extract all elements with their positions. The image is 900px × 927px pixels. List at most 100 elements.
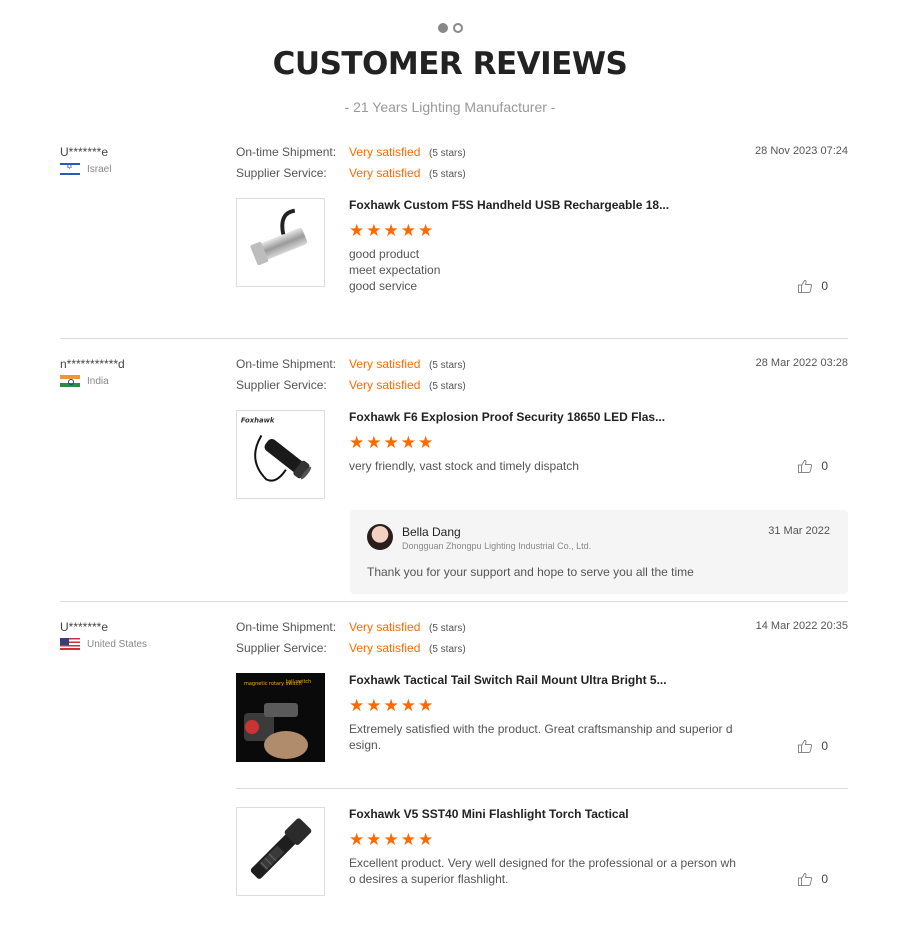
product-image[interactable] bbox=[236, 807, 325, 896]
supplier-stars: (5 stars) bbox=[429, 169, 466, 180]
reviewer-name: n***********d bbox=[60, 357, 125, 371]
on-time-label: On-time Shipment: bbox=[236, 357, 337, 371]
country-label: India bbox=[87, 375, 109, 387]
avatar bbox=[367, 524, 393, 550]
supplier-label: Supplier Service: bbox=[236, 641, 327, 655]
product-title[interactable]: Foxhawk Tactical Tail Switch Rail Mount … bbox=[349, 673, 667, 687]
star-icon: ★ bbox=[349, 221, 365, 240]
flashlight-image bbox=[237, 199, 324, 286]
comment-text: Excellent product. Very well designed fo… bbox=[349, 856, 736, 886]
tactical-flashlight-image: magnetic rotary switch tail switch bbox=[236, 673, 325, 762]
product-title[interactable]: Foxhawk F6 Explosion Proof Security 1865… bbox=[349, 410, 665, 424]
review-card: U*******e Israel On-time Shipment: Very … bbox=[60, 145, 848, 325]
review-card: U*******e United States On-time Shipment… bbox=[60, 620, 848, 910]
review-comment: Extremely satisfied with the product. Gr… bbox=[349, 721, 749, 753]
thumbs-up-icon bbox=[798, 739, 813, 753]
review-comment: very friendly, vast stock and timely dis… bbox=[349, 458, 749, 474]
supplier-reply: Bella Dang Dongguan Zhongpu Lighting Ind… bbox=[350, 510, 848, 594]
product-image[interactable]: magnetic rotary switch tail switch bbox=[236, 673, 325, 762]
on-time-value: Very satisfied bbox=[349, 145, 421, 159]
star-rating: ★ ★ ★ ★ ★ bbox=[349, 831, 433, 848]
star-icon: ★ bbox=[349, 696, 365, 715]
review-item: Foxhawk Foxhawk F6 Explosion Proof Secur… bbox=[236, 410, 848, 500]
review-date: 14 Mar 2022 20:35 bbox=[755, 620, 848, 632]
review-item: Foxhawk Custom F5S Handheld USB Recharge… bbox=[236, 198, 848, 293]
on-time-rating: On-time Shipment: Very satisfied (5 star… bbox=[236, 357, 466, 371]
star-icon: ★ bbox=[418, 830, 434, 849]
star-icon: ★ bbox=[383, 696, 399, 715]
reviewer-name: U*******e bbox=[60, 145, 109, 159]
like-button[interactable]: 0 bbox=[797, 278, 828, 294]
star-icon: ★ bbox=[418, 221, 434, 240]
product-image[interactable]: Foxhawk bbox=[236, 410, 325, 499]
on-time-value: Very satisfied bbox=[349, 357, 421, 371]
review-date: 28 Mar 2022 03:28 bbox=[755, 357, 848, 369]
product-title[interactable]: Foxhawk V5 SST40 Mini Flashlight Torch T… bbox=[349, 807, 629, 821]
page-subtitle: - 21 Years Lighting Manufacturer - bbox=[344, 99, 556, 115]
united-states-flag-icon bbox=[60, 638, 80, 650]
review-comment: Excellent product. Very well designed fo… bbox=[349, 855, 749, 887]
on-time-value: Very satisfied bbox=[349, 620, 421, 634]
star-icon: ★ bbox=[418, 433, 434, 452]
comment-text: Extremely satisfied with the product. Gr… bbox=[349, 722, 733, 752]
thumbs-up-icon bbox=[798, 459, 813, 473]
star-icon: ★ bbox=[349, 830, 365, 849]
carousel-dot-1[interactable] bbox=[438, 23, 448, 33]
supplier-rating: Supplier Service: Very satisfied (5 star… bbox=[236, 166, 466, 180]
product-title[interactable]: Foxhawk Custom F5S Handheld USB Recharge… bbox=[349, 198, 669, 212]
reviewer-country: United States bbox=[60, 638, 147, 650]
review-comment: good product meet expectation good servi… bbox=[349, 246, 749, 294]
like-button[interactable]: 0 bbox=[797, 738, 828, 754]
star-rating: ★ ★ ★ ★ ★ bbox=[349, 697, 433, 714]
comment-text: good product meet expectation good servi… bbox=[349, 247, 441, 293]
image-label-tail: tail switch bbox=[286, 679, 311, 685]
product-image[interactable] bbox=[236, 198, 325, 287]
like-button[interactable]: 0 bbox=[797, 871, 828, 887]
supplier-rating: Supplier Service: Very satisfied (5 star… bbox=[236, 641, 466, 655]
item-divider bbox=[236, 788, 848, 789]
supplier-rating: Supplier Service: Very satisfied (5 star… bbox=[236, 378, 466, 392]
star-rating: ★ ★ ★ ★ ★ bbox=[349, 434, 433, 451]
on-time-label: On-time Shipment: bbox=[236, 145, 337, 159]
reply-date: 31 Mar 2022 bbox=[768, 525, 830, 537]
on-time-rating: On-time Shipment: Very satisfied (5 star… bbox=[236, 145, 466, 159]
supplier-value: Very satisfied bbox=[349, 166, 421, 180]
reviewer-country: India bbox=[60, 375, 109, 387]
star-icon: ★ bbox=[366, 696, 382, 715]
supplier-label: Supplier Service: bbox=[236, 166, 327, 180]
like-button[interactable]: 0 bbox=[797, 458, 828, 474]
page-title: CUSTOMER REVIEWS bbox=[272, 46, 628, 82]
israel-flag-icon bbox=[60, 163, 80, 175]
carousel-dot-2[interactable] bbox=[453, 23, 463, 33]
country-label: Israel bbox=[87, 163, 112, 175]
reply-text: Thank you for your support and hope to s… bbox=[367, 565, 694, 579]
star-icon: ★ bbox=[400, 830, 416, 849]
reviewer-name: U*******e bbox=[60, 620, 109, 634]
supplier-value: Very satisfied bbox=[349, 378, 421, 392]
star-icon: ★ bbox=[366, 433, 382, 452]
star-icon: ★ bbox=[418, 696, 434, 715]
star-rating: ★ ★ ★ ★ ★ bbox=[349, 222, 433, 239]
reply-company: Dongguan Zhongpu Lighting Industrial Co.… bbox=[402, 541, 592, 551]
thumbs-up-icon bbox=[798, 872, 813, 886]
star-icon: ★ bbox=[366, 221, 382, 240]
like-count: 0 bbox=[821, 739, 828, 753]
flashlight-image bbox=[237, 808, 324, 895]
on-time-stars: (5 stars) bbox=[429, 360, 466, 371]
star-icon: ★ bbox=[366, 830, 382, 849]
supplier-label: Supplier Service: bbox=[236, 378, 327, 392]
review-item: Foxhawk V5 SST40 Mini Flashlight Torch T… bbox=[236, 807, 848, 897]
india-flag-icon bbox=[60, 375, 80, 387]
image-logo-text: Foxhawk bbox=[241, 417, 275, 425]
thumbs-up-icon bbox=[798, 279, 813, 293]
supplier-stars: (5 stars) bbox=[429, 644, 466, 655]
on-time-rating: On-time Shipment: Very satisfied (5 star… bbox=[236, 620, 466, 634]
star-icon: ★ bbox=[349, 433, 365, 452]
on-time-stars: (5 stars) bbox=[429, 623, 466, 634]
star-icon: ★ bbox=[400, 221, 416, 240]
star-icon: ★ bbox=[383, 830, 399, 849]
like-count: 0 bbox=[821, 459, 828, 473]
reviewer-country: Israel bbox=[60, 163, 111, 175]
review-item: magnetic rotary switch tail switch Foxha… bbox=[236, 673, 848, 763]
flashlight-image: Foxhawk bbox=[237, 411, 324, 498]
